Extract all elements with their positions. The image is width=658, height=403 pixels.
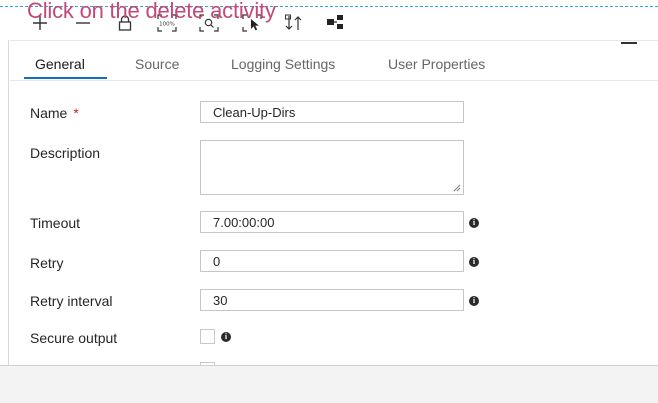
timeout-label: Timeout <box>30 215 81 231</box>
retry-interval-input[interactable]: 30 <box>200 289 464 311</box>
tab-logging-settings[interactable]: Logging Settings <box>231 56 335 72</box>
resize-grip-icon[interactable] <box>453 184 461 192</box>
secure-output-label: Secure output <box>30 330 118 346</box>
properties-tabs: General Source Logging Settings User Pro… <box>10 44 658 81</box>
active-tab-indicator <box>24 77 107 79</box>
retry-input[interactable]: 0 <box>200 250 464 272</box>
timeout-info-icon[interactable]: i <box>469 218 479 228</box>
tab-general[interactable]: General <box>35 56 85 72</box>
name-label: Name * <box>30 105 79 121</box>
timeout-input[interactable]: 7.00:00:00 <box>200 211 464 233</box>
retry-interval-info-icon[interactable]: i <box>469 296 479 306</box>
tab-source[interactable]: Source <box>135 56 179 72</box>
name-label-text: Name <box>30 105 68 121</box>
sort-arrange-icon[interactable] <box>284 14 304 32</box>
description-textarea[interactable] <box>200 140 464 195</box>
panel-left-border <box>8 40 9 365</box>
secure-output-checkbox[interactable] <box>200 329 215 344</box>
name-input[interactable]: Clean-Up-Dirs <box>200 101 464 123</box>
required-marker: * <box>73 105 79 121</box>
layout-icon[interactable] <box>326 14 346 32</box>
instruction-caption: Click on the delete activity <box>27 0 276 23</box>
retry-info-icon[interactable]: i <box>469 257 479 267</box>
retry-label: Retry <box>30 255 64 271</box>
panel-top-border <box>10 40 658 41</box>
secure-output-info-icon[interactable]: i <box>221 332 231 342</box>
description-label: Description <box>30 145 101 161</box>
tab-user-properties[interactable]: User Properties <box>388 56 485 72</box>
retry-interval-label: Retry interval <box>30 293 113 309</box>
bottom-panel <box>0 365 658 403</box>
